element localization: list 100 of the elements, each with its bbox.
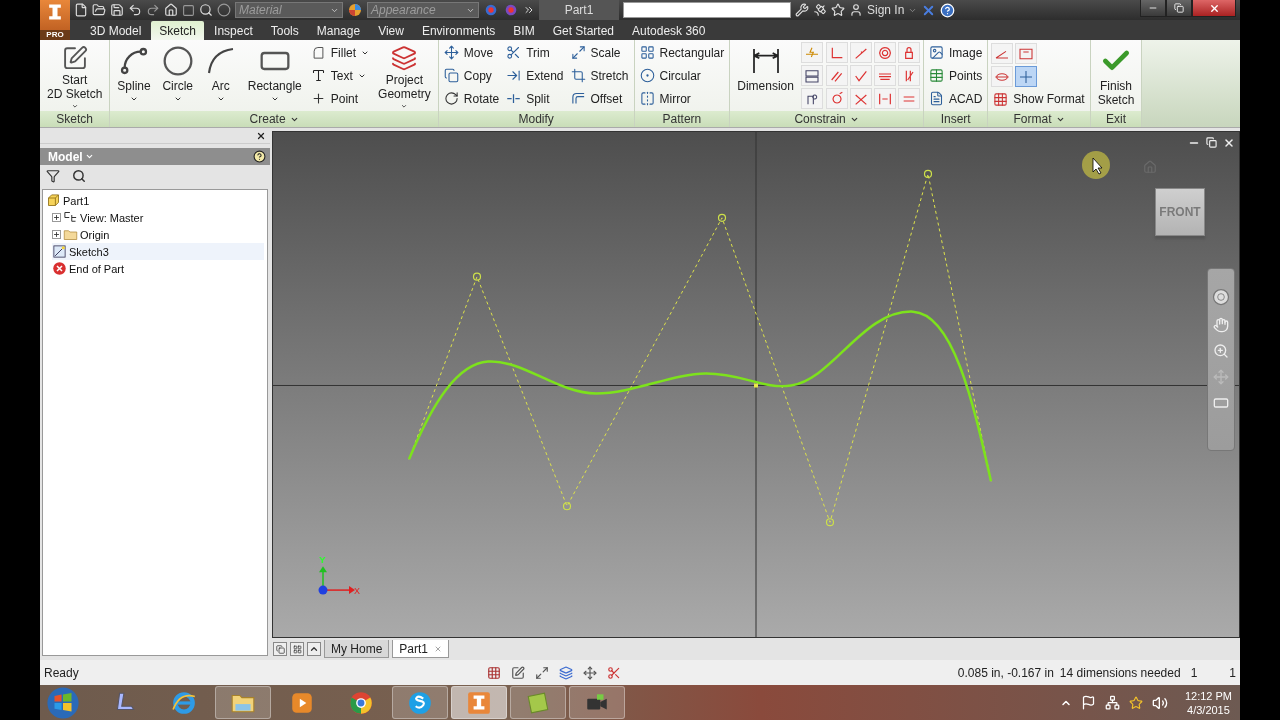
tool-button[interactable]: Mirror xyxy=(637,89,727,108)
tool-button[interactable]: Finish Sketch xyxy=(1093,41,1139,110)
layers-icon[interactable] xyxy=(558,665,573,680)
ribbon-tab[interactable]: 3D Model xyxy=(82,21,150,40)
tool-button[interactable]: Copy xyxy=(441,66,502,85)
tool-button[interactable]: Fillet xyxy=(308,43,372,62)
ribbon-tab[interactable]: Tools xyxy=(262,21,307,40)
tool-button[interactable]: Split xyxy=(504,89,566,108)
tool-button[interactable]: Text xyxy=(308,66,372,85)
restore-button[interactable] xyxy=(1166,0,1192,17)
tool-button[interactable]: Trim xyxy=(504,43,566,62)
tool-button[interactable]: Image xyxy=(926,43,985,62)
application-menu-button[interactable]: PRO xyxy=(40,0,70,40)
tool-button[interactable]: Project Geometry xyxy=(374,41,435,110)
document-tab[interactable]: My Home xyxy=(324,640,390,658)
clock[interactable]: 12:12 PM 4/3/2015 xyxy=(1184,688,1232,717)
edit-icon[interactable] xyxy=(510,665,525,680)
tree-item[interactable]: Sketch3 xyxy=(52,243,264,260)
format-toggle[interactable] xyxy=(1015,66,1038,87)
filter-icon[interactable] xyxy=(46,169,60,183)
color-wheel-icon[interactable] xyxy=(347,2,363,18)
tool-button[interactable]: Offset xyxy=(568,89,631,108)
tab-list-button[interactable] xyxy=(307,642,321,656)
ribbon-tab[interactable]: Inspect xyxy=(206,21,261,40)
tool-button[interactable]: Circle xyxy=(157,41,198,110)
user-icon[interactable] xyxy=(849,3,863,17)
constraint-button[interactable] xyxy=(849,65,872,86)
ribbon-tab[interactable]: BIM xyxy=(505,21,543,40)
network-icon[interactable] xyxy=(1104,695,1120,710)
ribbon-tab[interactable]: Sketch xyxy=(151,21,205,40)
cascade-button[interactable] xyxy=(273,642,287,656)
steering-wheel-icon[interactable] xyxy=(1211,287,1231,307)
wrench-icon[interactable] xyxy=(795,3,809,17)
tool-button[interactable]: Points xyxy=(926,66,985,85)
tool-button[interactable]: Spline xyxy=(113,41,155,110)
tool-button[interactable]: Move xyxy=(441,43,502,62)
tool-button[interactable]: Rectangular xyxy=(637,43,727,62)
expand-toggle[interactable] xyxy=(52,213,61,222)
constraint-button[interactable] xyxy=(825,42,848,63)
sign-in-link[interactable]: Sign In xyxy=(867,3,905,17)
start-button[interactable] xyxy=(46,685,80,720)
appearance-tool-icon[interactable] xyxy=(483,2,499,18)
tool-button[interactable]: Dimension xyxy=(733,41,798,110)
tool-button[interactable]: Circular xyxy=(637,66,727,85)
tray-app-icon[interactable] xyxy=(1128,695,1143,710)
grid-icon[interactable] xyxy=(486,665,501,680)
constraint-button[interactable] xyxy=(873,65,896,86)
constraint-button[interactable] xyxy=(825,88,848,109)
ribbon-tab[interactable]: Get Started xyxy=(544,21,623,40)
open-folder-icon[interactable] xyxy=(92,3,106,17)
close-icon[interactable] xyxy=(256,131,266,141)
panel-title[interactable]: Create xyxy=(110,111,438,127)
tile-button[interactable] xyxy=(290,642,304,656)
tree-item[interactable]: End of Part xyxy=(52,260,264,277)
restore-icon[interactable] xyxy=(1206,137,1217,148)
constraint-tool-button[interactable] xyxy=(800,88,823,109)
panel-title[interactable]: Constrain xyxy=(730,111,923,127)
search-field[interactable] xyxy=(623,2,791,18)
ribbon-tab[interactable]: Autodesk 360 xyxy=(624,21,714,40)
close-icon[interactable] xyxy=(1223,137,1235,149)
tool-button[interactable]: Extend xyxy=(504,66,566,85)
redo-icon[interactable] xyxy=(146,3,160,17)
ribbon-tab[interactable]: Environments xyxy=(413,21,504,40)
tool-button[interactable]: Scale xyxy=(568,43,631,62)
new-file-icon[interactable] xyxy=(74,3,88,17)
constraint-button[interactable] xyxy=(897,42,920,63)
undo-icon[interactable] xyxy=(128,3,142,17)
tool-button[interactable]: Arc xyxy=(200,41,241,110)
constraint-button[interactable] xyxy=(897,65,920,86)
tool-button[interactable]: Start 2D Sketch xyxy=(43,41,107,110)
constraint-button[interactable] xyxy=(849,42,872,63)
satellite-icon[interactable] xyxy=(813,3,827,17)
document-tab[interactable]: Part1 xyxy=(392,640,450,658)
tool-button[interactable]: ACAD xyxy=(926,89,985,108)
panel-title[interactable]: Format xyxy=(988,111,1090,127)
save-icon[interactable] xyxy=(110,3,124,17)
expand-toggle[interactable] xyxy=(52,230,61,239)
more-icon[interactable] xyxy=(523,4,535,16)
taskbar-button[interactable] xyxy=(392,686,448,719)
window-icon[interactable] xyxy=(182,3,195,17)
constraint-button[interactable] xyxy=(825,65,848,86)
move-icon[interactable] xyxy=(582,665,597,680)
tool-button[interactable]: Point xyxy=(308,89,372,108)
tool-button[interactable]: Rotate xyxy=(441,89,502,108)
tool-button[interactable]: Stretch xyxy=(568,66,631,85)
ribbon-tab[interactable]: View xyxy=(370,21,412,40)
taskbar-button[interactable] xyxy=(215,686,271,719)
tree-item[interactable]: Part1 xyxy=(46,192,264,209)
constraint-tool-button[interactable] xyxy=(800,65,823,86)
tool-button[interactable]: Show Format xyxy=(991,90,1087,108)
volume-icon[interactable] xyxy=(1151,694,1168,711)
taskbar-button[interactable] xyxy=(569,686,625,719)
tree-item[interactable]: View: Master xyxy=(52,209,264,226)
constraint-button[interactable] xyxy=(873,42,896,63)
help-icon[interactable] xyxy=(253,150,266,163)
ribbon-tab[interactable]: Manage xyxy=(308,21,369,40)
flag-icon[interactable] xyxy=(1080,695,1096,710)
minimize-button[interactable] xyxy=(1140,0,1166,17)
search-icon[interactable] xyxy=(72,169,86,183)
tree-item[interactable]: Origin xyxy=(52,226,264,243)
